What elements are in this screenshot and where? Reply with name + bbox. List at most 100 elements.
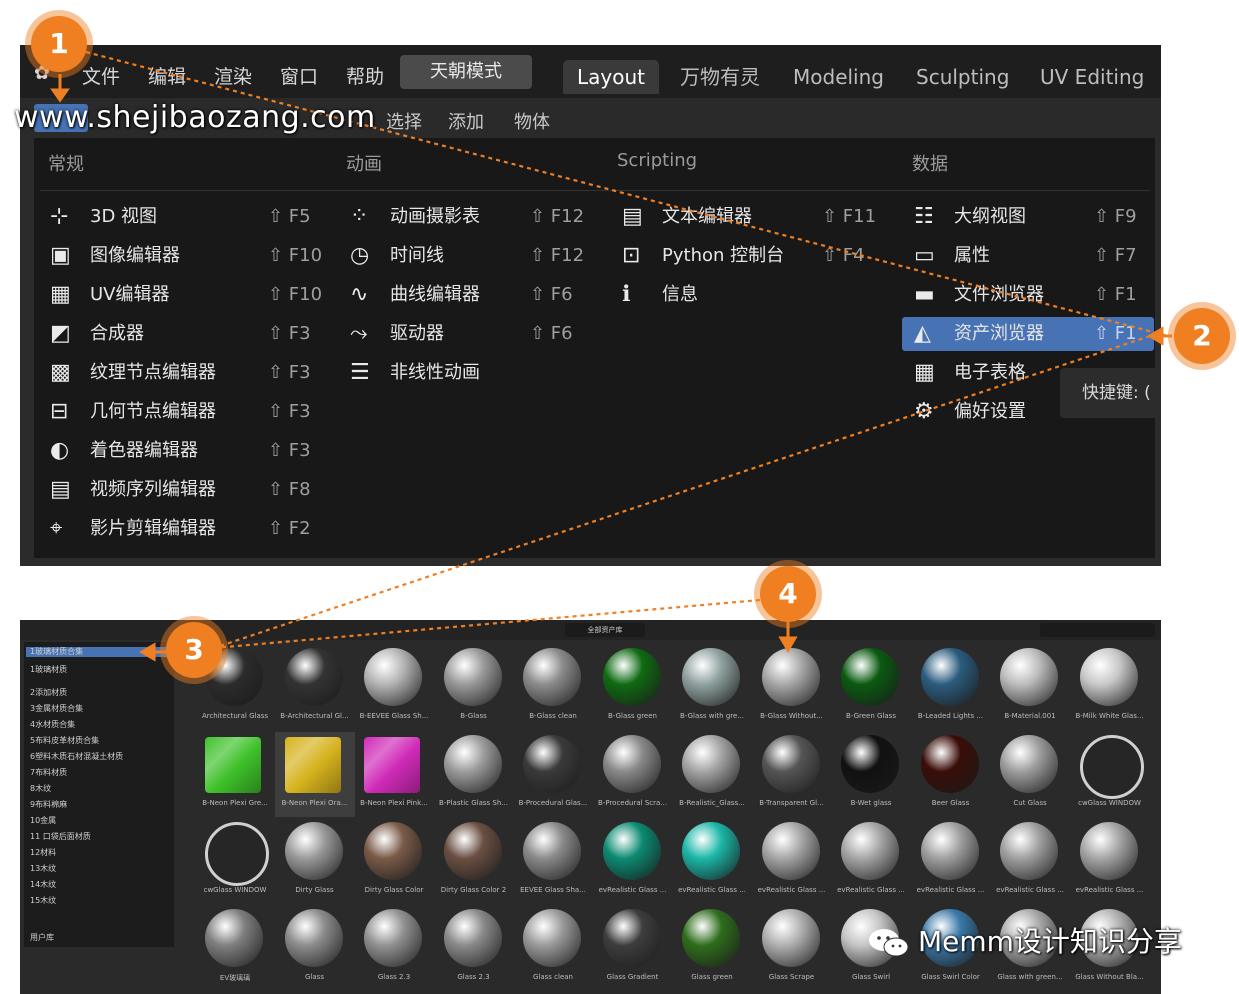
asset-tile[interactable]: evRealistic Glass ... [672,819,752,904]
asset-tile[interactable]: B-Material.001 [990,645,1070,730]
menu-help[interactable]: 帮助 [346,62,384,89]
asset-tile[interactable]: B-EEVEE Glass Sh... [354,645,434,730]
asset-tile[interactable]: B-Glass clean [513,645,593,730]
menu-item-label: 动画摄影表 [390,206,480,227]
catalog-item[interactable]: 4水材质合集 [30,719,75,730]
menu-item-dopesheet[interactable]: ⁘ 动画摄影表 ⇧ F12 [350,200,600,234]
asset-tile[interactable]: Glass 2.3 [354,906,434,991]
asset-tile[interactable]: evRealistic Glass ... [990,819,1070,904]
menu-item-uv-editor[interactable]: ▦ UV编辑器 ⇧ F10 [50,278,330,312]
catalog-item[interactable]: 1玻璃材质 [30,664,67,675]
menu-render[interactable]: 渲染 [214,62,252,89]
menu-item-info[interactable]: ℹ 信息 [622,278,872,312]
catalog-item[interactable]: 6塑料木质石材混凝土材质 [30,751,123,762]
menu-item-video-sequencer[interactable]: ▤ 视频序列编辑器 ⇧ F8 [50,473,330,507]
menu-edit[interactable]: 编辑 [148,62,186,89]
asset-search-input[interactable] [1040,623,1155,637]
catalog-item[interactable]: 10金属 [30,815,56,826]
asset-tile[interactable]: Dirty Glass Color 2 [434,819,514,904]
material-sphere-preview [761,822,820,880]
tab-uv-editing[interactable]: UV Editing [1040,60,1144,94]
asset-tile[interactable]: B-Transparent Gl... [752,732,832,817]
asset-tile[interactable]: evRealistic Glass ... [911,819,991,904]
menu-item-geometry-node[interactable]: ⊟ 几何节点编辑器 ⇧ F3 [50,395,330,429]
asset-tile[interactable]: Glass clean [513,906,593,991]
catalog-item[interactable]: 7布料材质 [30,767,67,778]
catalog-item[interactable]: 3金属材质合集 [30,703,83,714]
asset-tile[interactable]: Glass green [672,906,752,991]
asset-tile[interactable]: Glass Gradient [593,906,673,991]
menu-item-texture-node[interactable]: ▩ 纹理节点编辑器 ⇧ F3 [50,356,330,390]
asset-tile[interactable]: cwGlass WINDOW [195,819,275,904]
asset-tile[interactable]: EV玻璃璃 [195,906,275,991]
asset-tile[interactable]: Glass [275,906,355,991]
menu-item-nla[interactable]: ☰ 非线性动画 [350,356,600,390]
asset-tile[interactable]: Dirty Glass Color [354,819,434,904]
menu-item-compositor[interactable]: ◩ 合成器 ⇧ F3 [50,317,330,351]
tab-sculpting[interactable]: Sculpting [916,60,1009,94]
catalog-item[interactable]: 15木纹 [30,895,56,906]
asset-tile[interactable]: B-Procedural Glas... [513,732,593,817]
tab-wanwu[interactable]: 万物有灵 [680,60,760,94]
catalog-item[interactable]: 9布料棉麻 [30,799,67,810]
library-dropdown[interactable]: 全部资产库 [565,623,645,637]
asset-tile[interactable]: B-Green Glass [831,645,911,730]
asset-tile[interactable]: Beer Glass [911,732,991,817]
asset-tile[interactable]: evRealistic Glass ... [831,819,911,904]
menu-item-asset-browser[interactable]: ◭ 资产浏览器 ⇧ F1 [902,317,1154,351]
asset-tile[interactable]: B-Glass Without... [752,645,832,730]
tab-modeling[interactable]: Modeling [793,60,884,94]
catalog-item[interactable]: 12材料 [30,847,56,858]
asset-tile[interactable]: evRealistic Glass ... [752,819,832,904]
asset-tile[interactable]: B-Neon Plexi Pink... [354,732,434,817]
asset-tile[interactable]: B-Wet glass [831,732,911,817]
catalog-item[interactable]: 1玻璃材质合集 [26,647,170,657]
asset-tile[interactable]: Glass 2.3 [434,906,514,991]
menu-item-drivers[interactable]: ⤳ 驱动器 ⇧ F6 [350,317,600,351]
asset-tile[interactable]: B-Neon Plexi Gre... [195,732,275,817]
menu-item-image-editor[interactable]: ▣ 图像编辑器 ⇧ F10 [50,239,330,273]
menu-window[interactable]: 窗口 [280,62,318,89]
asset-tile[interactable]: evRealistic Glass ... [1070,819,1150,904]
catalog-item[interactable]: 8木纹 [30,783,51,794]
asset-tile[interactable]: B-Milk White Glas... [1070,645,1150,730]
asset-tile[interactable]: Glass Scrape [752,906,832,991]
menu-item-properties[interactable]: ▭ 属性 ⇧ F7 [914,239,1154,273]
asset-tile[interactable]: B-Architectural Gl... [275,645,355,730]
mode-button[interactable]: 天朝模式 [400,55,532,89]
asset-tile[interactable]: B-Leaded Lights ... [911,645,991,730]
asset-tile[interactable]: B-Realistic_Glass... [672,732,752,817]
asset-tile[interactable]: evRealistic Glass ... [593,819,673,904]
menu-item-outliner[interactable]: ☷ 大纲视图 ⇧ F9 [914,200,1154,234]
shortcut-label: ⇧ F7 [1094,245,1137,266]
catalog-item[interactable]: 用户库 [30,932,54,943]
menu-file[interactable]: 文件 [82,62,120,89]
asset-tile[interactable]: Cut Glass [990,732,1070,817]
catalog-item[interactable]: 11 口袋后面材质 [30,831,91,842]
asset-tile[interactable]: EEVEE Glass Sha... [513,819,593,904]
menu-item-python-console[interactable]: ⊡ Python 控制台 ⇧ F4 [622,239,872,273]
asset-tile[interactable]: B-Glass with gre... [672,645,752,730]
asset-tile[interactable]: B-Neon Plexi Ora... [274,732,355,817]
catalog-item[interactable]: 14木纹 [30,879,56,890]
catalog-item[interactable]: 13木纹 [30,863,56,874]
menu-item-graph-editor[interactable]: ∿ 曲线编辑器 ⇧ F6 [350,278,600,312]
header-add[interactable]: 添加 [448,108,484,134]
asset-tile[interactable]: B-Plastic Glass Sh... [434,732,514,817]
menu-item-movie-clip[interactable]: ⌖ 影片剪辑编辑器 ⇧ F2 [50,512,330,546]
asset-tile[interactable]: cwGlass WINDOW [1070,732,1150,817]
tab-layout[interactable]: Layout [563,60,659,94]
asset-tile[interactable]: B-Glass green [593,645,673,730]
menu-item-file-browser[interactable]: ▬ 文件浏览器 ⇧ F1 [914,278,1154,312]
menu-item-3d-view[interactable]: ⊹ 3D 视图 ⇧ F5 [50,200,330,234]
asset-tile[interactable]: B-Procedural Scra... [593,732,673,817]
catalog-item[interactable]: 2添加材质 [30,687,67,698]
asset-tile[interactable]: Dirty Glass [275,819,355,904]
menu-item-shader-editor[interactable]: ◐ 着色器编辑器 ⇧ F3 [50,434,330,468]
asset-tile[interactable]: B-Glass [434,645,514,730]
menu-item-text-editor[interactable]: ▤ 文本编辑器 ⇧ F11 [622,200,876,234]
header-select[interactable]: 选择 [386,108,422,134]
catalog-item[interactable]: 5布料皮革材质合集 [30,735,99,746]
header-object[interactable]: 物体 [514,108,550,134]
menu-item-timeline[interactable]: ◷ 时间线 ⇧ F12 [350,239,600,273]
